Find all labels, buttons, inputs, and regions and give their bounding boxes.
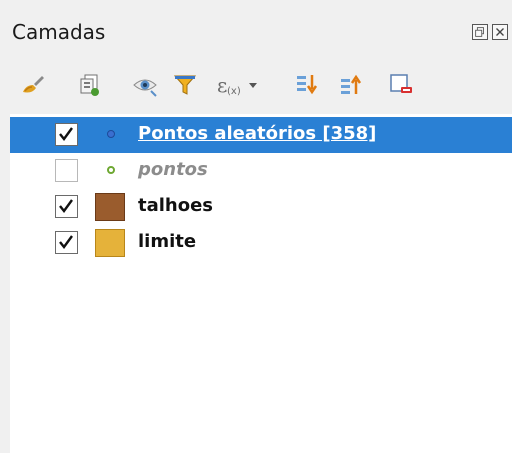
layer-label: talhoes	[138, 195, 214, 216]
remove-layer-button[interactable]	[384, 68, 418, 102]
checkmark-icon	[59, 127, 73, 141]
close-panel-button[interactable]	[492, 24, 508, 40]
layer-visibility-checkbox[interactable]	[55, 195, 78, 218]
layers-toolbar: ε (x)	[0, 62, 512, 108]
float-icon	[475, 27, 484, 37]
panel-title: Camadas	[12, 20, 106, 44]
layer-visibility-checkbox[interactable]	[55, 231, 78, 254]
layer-label: Pontos aleatórios [358]	[138, 123, 377, 144]
polygon-symbol-icon	[95, 193, 125, 221]
layer-tree: Pontos aleatórios [358] pontos talhoes l…	[10, 114, 512, 453]
expand-all-icon	[297, 75, 318, 95]
close-icon	[496, 28, 504, 36]
expression-filter-button[interactable]: ε (x)	[212, 68, 264, 102]
polygon-symbol-icon	[95, 229, 125, 257]
point-symbol-icon	[107, 166, 115, 174]
svg-text:ε: ε	[217, 73, 227, 97]
style-brush-icon	[23, 76, 44, 93]
point-symbol-icon	[107, 130, 115, 138]
collapse-all-icon	[341, 74, 362, 94]
layer-visibility-checkbox[interactable]	[55, 123, 78, 146]
style-brush-button[interactable]	[16, 68, 50, 102]
checkmark-icon	[59, 235, 73, 249]
checkmark-icon	[59, 199, 73, 213]
add-group-icon	[80, 74, 99, 96]
filter-legend-button[interactable]	[168, 68, 202, 102]
svg-text:(x): (x)	[227, 86, 241, 97]
float-panel-button[interactable]	[472, 24, 488, 40]
expression-filter-icon: ε (x)	[217, 73, 257, 97]
manage-visibility-button[interactable]	[128, 68, 162, 102]
layer-label: limite	[138, 231, 197, 252]
layer-row-limite[interactable]: limite	[10, 225, 512, 261]
panel-header: Camadas	[0, 0, 512, 62]
layer-row-pontos[interactable]: pontos	[10, 153, 512, 189]
filter-funnel-icon	[173, 75, 197, 95]
layer-row-pontos-aleatorios[interactable]: Pontos aleatórios [358]	[10, 117, 512, 153]
expand-all-button[interactable]	[290, 68, 324, 102]
visibility-eye-icon	[133, 79, 157, 97]
remove-layer-icon	[390, 74, 412, 93]
collapse-all-button[interactable]	[334, 68, 368, 102]
layer-label: pontos	[138, 159, 208, 180]
layer-row-talhoes[interactable]: talhoes	[10, 189, 512, 225]
layer-visibility-checkbox[interactable]	[55, 159, 78, 182]
add-group-button[interactable]	[72, 68, 106, 102]
